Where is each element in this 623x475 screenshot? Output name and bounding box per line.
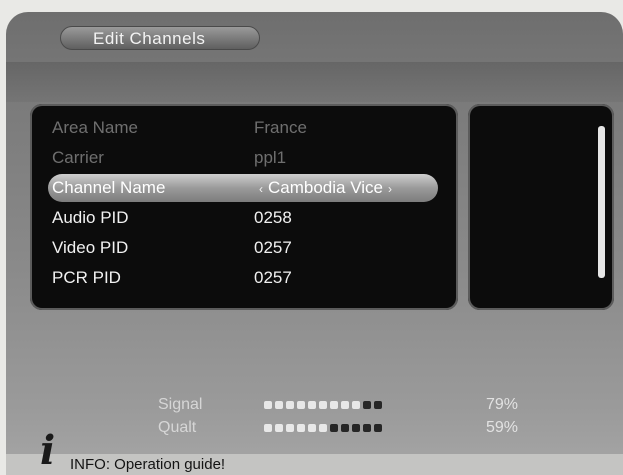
meter-segment: [374, 424, 382, 432]
field-label: PCR PID: [52, 268, 121, 287]
field-value: Cambodia Vice: [268, 178, 383, 197]
signal-meter: [264, 401, 382, 413]
field-value: France: [254, 118, 307, 137]
field-label: Video PID: [52, 238, 129, 257]
field-label: Channel Name: [52, 178, 166, 197]
field-row-carrier: Carrier ppl1: [44, 144, 448, 172]
meter-segment: [286, 424, 294, 432]
meter-segment: [319, 424, 327, 432]
field-row-pcr-pid[interactable]: PCR PID 0257: [44, 264, 448, 292]
meter-segment: [374, 401, 382, 409]
quality-percent: 59%: [486, 419, 519, 436]
field-label: Area Name: [52, 118, 138, 137]
signal-percent: 79%: [486, 396, 519, 413]
meter-segment: [286, 401, 294, 409]
meter-segment: [330, 401, 338, 409]
field-label: Audio PID: [52, 208, 129, 227]
field-row-audio-pid[interactable]: Audio PID 0258: [44, 204, 448, 232]
meter-segment: [352, 424, 360, 432]
field-value[interactable]: 0258: [254, 204, 292, 232]
meter-segment: [363, 401, 371, 409]
meter-segment: [308, 424, 316, 432]
meter-segment: [297, 424, 305, 432]
meter-segment: [341, 401, 349, 409]
field-value[interactable]: 0257: [254, 264, 292, 292]
header-band: [6, 62, 623, 102]
meter-segment: [341, 424, 349, 432]
meter-segment: [264, 424, 272, 432]
field-row-area-name: Area Name France: [44, 114, 448, 142]
tv-screen: Edit Channels Area Name France Carrier p…: [6, 12, 623, 475]
meter-segment: [297, 401, 305, 409]
meter-segment: [264, 401, 272, 409]
quality-label: Qualt: [158, 419, 197, 436]
signal-label: Signal: [158, 396, 203, 413]
info-icon: i: [40, 427, 56, 474]
quality-meter: [264, 424, 382, 436]
field-row-channel-name[interactable]: Channel Name ‹ Cambodia Vice ›: [48, 174, 438, 202]
info-text: INFO: Operation guide!: [70, 456, 226, 473]
window-title: Edit Channels: [60, 26, 260, 50]
meter-segment: [275, 424, 283, 432]
field-value: ppl1: [254, 148, 287, 167]
field-value[interactable]: 0257: [254, 234, 292, 262]
scrollbar[interactable]: [598, 126, 605, 278]
meter-segment: [319, 401, 327, 409]
meter-segment: [275, 401, 283, 409]
arrow-left-icon[interactable]: ‹: [254, 182, 268, 196]
meter-segment: [363, 424, 371, 432]
channel-name-selector[interactable]: ‹ Cambodia Vice ›: [254, 174, 397, 203]
field-label: Carrier: [52, 148, 104, 167]
channel-edit-panel: Area Name France Carrier ppl1 Channel Na…: [30, 104, 458, 310]
meter-segment: [308, 401, 316, 409]
meter-segment: [352, 401, 360, 409]
preview-panel: [468, 104, 614, 310]
field-row-video-pid[interactable]: Video PID 0257: [44, 234, 448, 262]
meter-segment: [330, 424, 338, 432]
arrow-right-icon[interactable]: ›: [383, 182, 397, 196]
